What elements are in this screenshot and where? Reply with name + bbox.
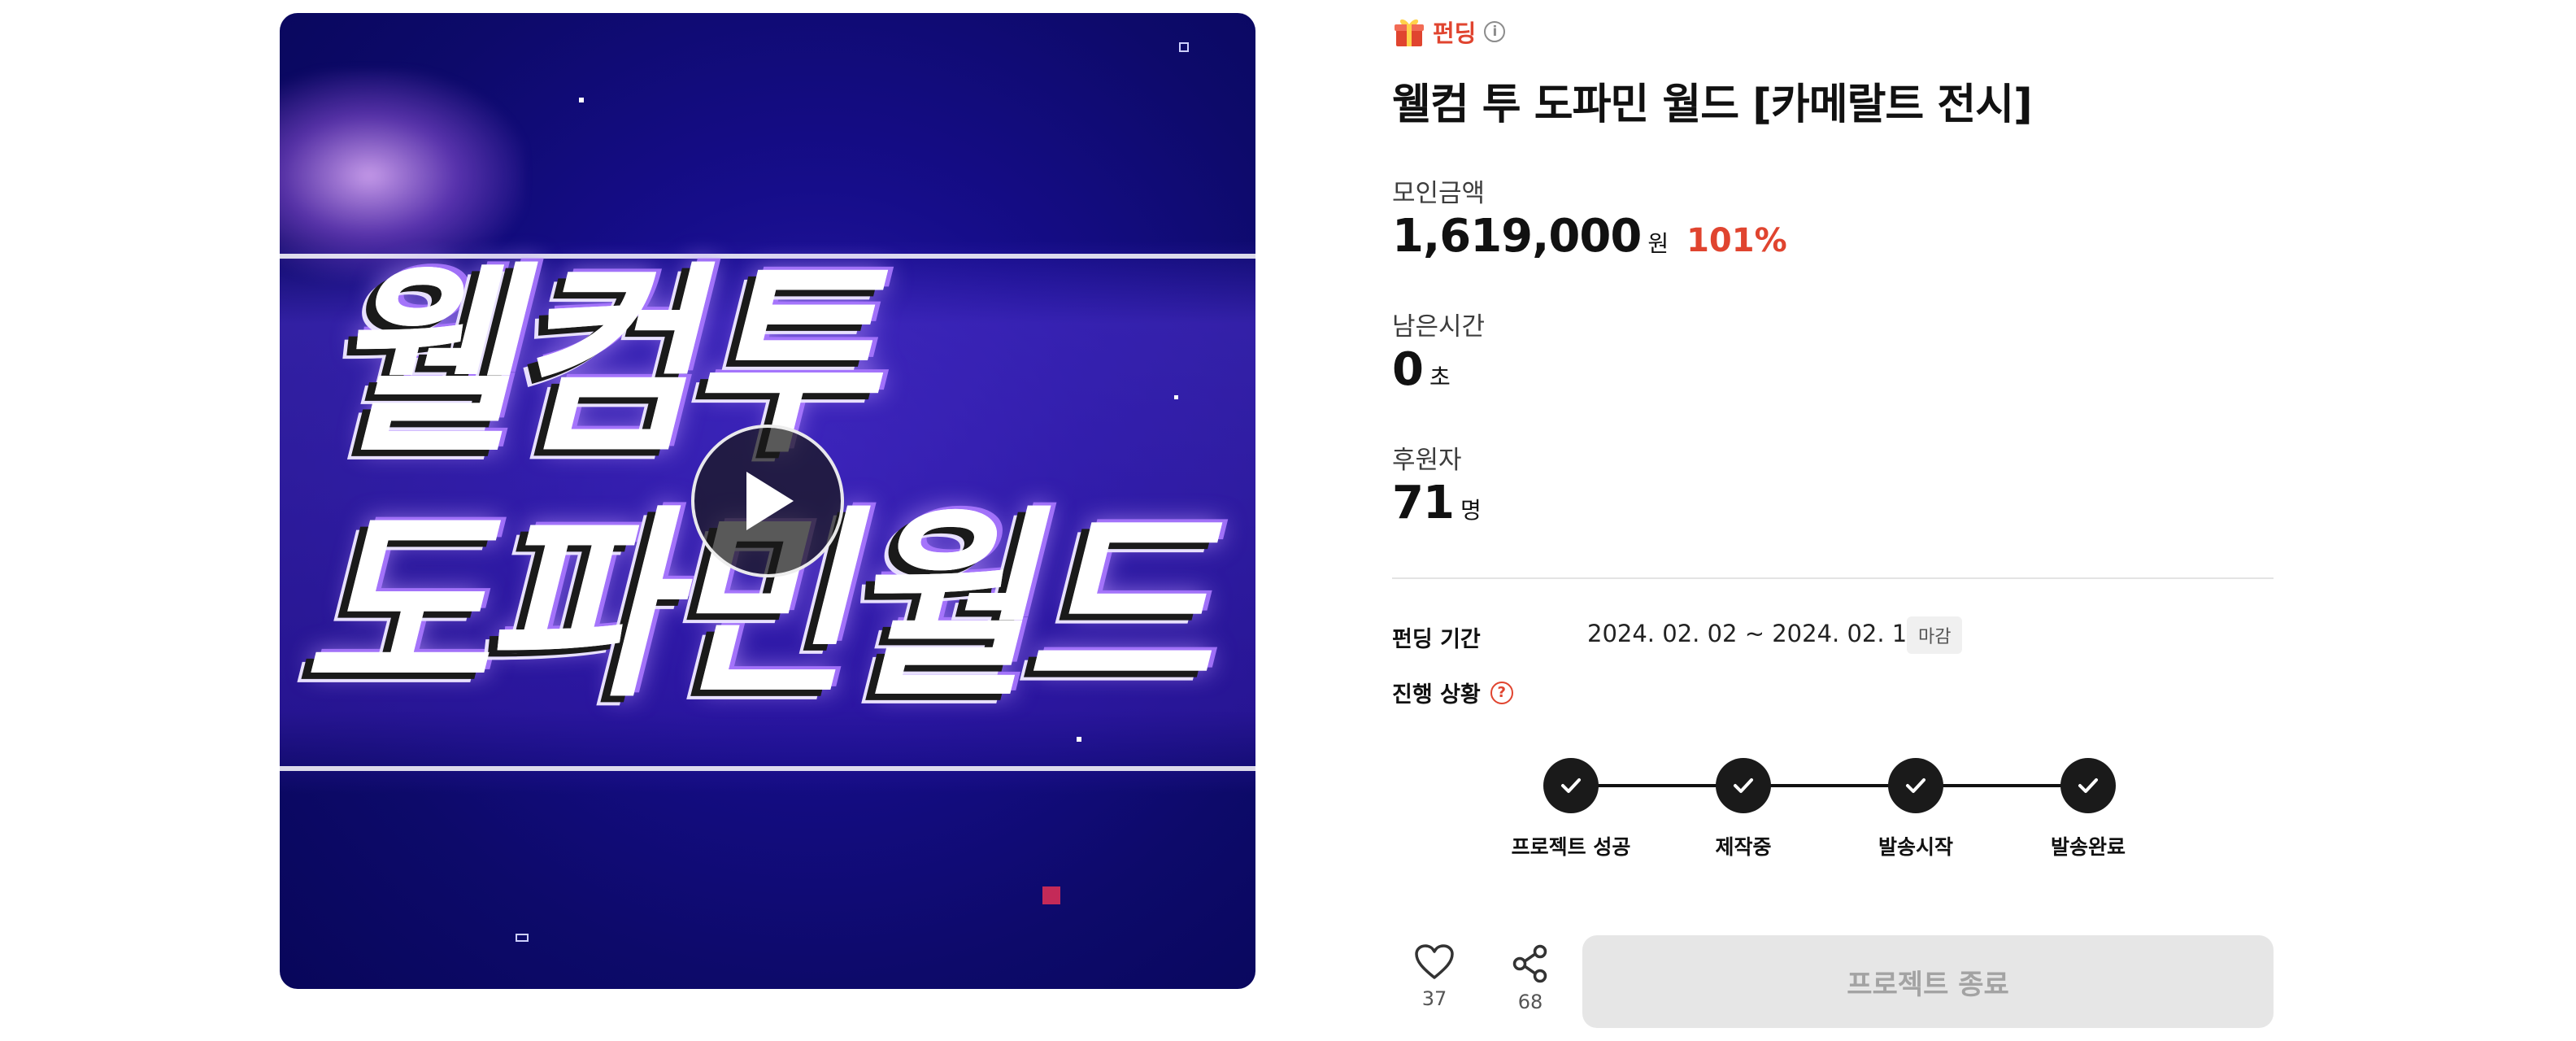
- project-title: 웰컴 투 도파민 월드 [카메랄트 전시]: [1392, 81, 2033, 129]
- progress-status-label: 진행 상황: [1392, 682, 1481, 708]
- step-label: 발송완료: [2050, 835, 2126, 859]
- like-button[interactable]: 37: [1402, 943, 1467, 1010]
- progress-step: 발송시작: [1818, 758, 2013, 860]
- progress-step: 프로젝트 성공: [1473, 758, 1669, 860]
- category-tag: 펀딩 i: [1392, 13, 1506, 50]
- step-check: [2060, 758, 2116, 813]
- progress-step: 제작중: [1646, 758, 1841, 860]
- divider: [1392, 577, 2274, 579]
- supporters-value: 71 명: [1392, 477, 1482, 529]
- gift-icon: [1395, 19, 1424, 46]
- closed-badge: 마감: [1907, 616, 1963, 654]
- step-label: 프로젝트 성공: [1511, 835, 1631, 859]
- category-label: 펀딩: [1433, 20, 1477, 47]
- media-star: [579, 98, 584, 102]
- supporters-number: 71: [1392, 477, 1455, 529]
- supporters-label: 후원자: [1392, 446, 1462, 475]
- amount-label: 모인금액: [1392, 179, 1486, 208]
- check-icon: [1561, 778, 1581, 793]
- help-icon[interactable]: ?: [1490, 681, 1513, 704]
- check-icon: [1906, 778, 1925, 793]
- share-button[interactable]: 68: [1498, 943, 1563, 1013]
- heart-icon: [1415, 944, 1454, 979]
- media-pixel: [516, 934, 529, 942]
- amount-number: 1,619,000: [1392, 210, 1642, 263]
- amount-unit: 원: [1647, 230, 1669, 257]
- step-label: 제작중: [1715, 835, 1772, 859]
- info-icon[interactable]: i: [1484, 21, 1506, 42]
- media-line-bottom: [280, 766, 1255, 771]
- step-check: [1716, 758, 1771, 813]
- project-media[interactable]: 웰컴투 도파민월드: [280, 13, 1255, 989]
- check-icon: [1734, 778, 1753, 793]
- project-info: 펀딩 i 웰컴 투 도파민 월드 [카메랄트 전시] 모인금액 1,619,00…: [1392, 0, 2274, 1041]
- step-check: [1888, 758, 1943, 813]
- time-left-label: 남은시간: [1392, 312, 1486, 342]
- media-star: [1077, 737, 1081, 742]
- time-left-number: 0: [1392, 343, 1424, 396]
- media-red-pixel: [1042, 886, 1060, 904]
- progress-step: 발송완료: [1991, 758, 2186, 860]
- like-count: 37: [1421, 987, 1447, 1010]
- share-icon: [1512, 944, 1547, 983]
- project-ended-button[interactable]: 프로젝트 종료: [1582, 935, 2274, 1028]
- time-left-value: 0 초: [1392, 343, 1451, 396]
- share-count: 68: [1517, 991, 1543, 1013]
- funding-period-value: 2024. 02. 02 ~ 2024. 02. 15: [1587, 620, 1922, 647]
- supporters-unit: 명: [1460, 497, 1482, 524]
- amount-value: 1,619,000 원 101%: [1392, 210, 1787, 263]
- play-icon: [746, 472, 794, 530]
- funding-period-label: 펀딩 기간: [1392, 627, 1481, 652]
- step-label: 발송시작: [1878, 835, 1953, 859]
- step-check: [1543, 758, 1599, 813]
- play-button[interactable]: [691, 425, 844, 577]
- check-icon: [2078, 778, 2098, 793]
- media-pixel: [1179, 42, 1189, 52]
- funding-percent: 101%: [1686, 222, 1787, 259]
- progress-status: 진행 상황 ?: [1392, 677, 1513, 708]
- time-left-unit: 초: [1429, 364, 1451, 390]
